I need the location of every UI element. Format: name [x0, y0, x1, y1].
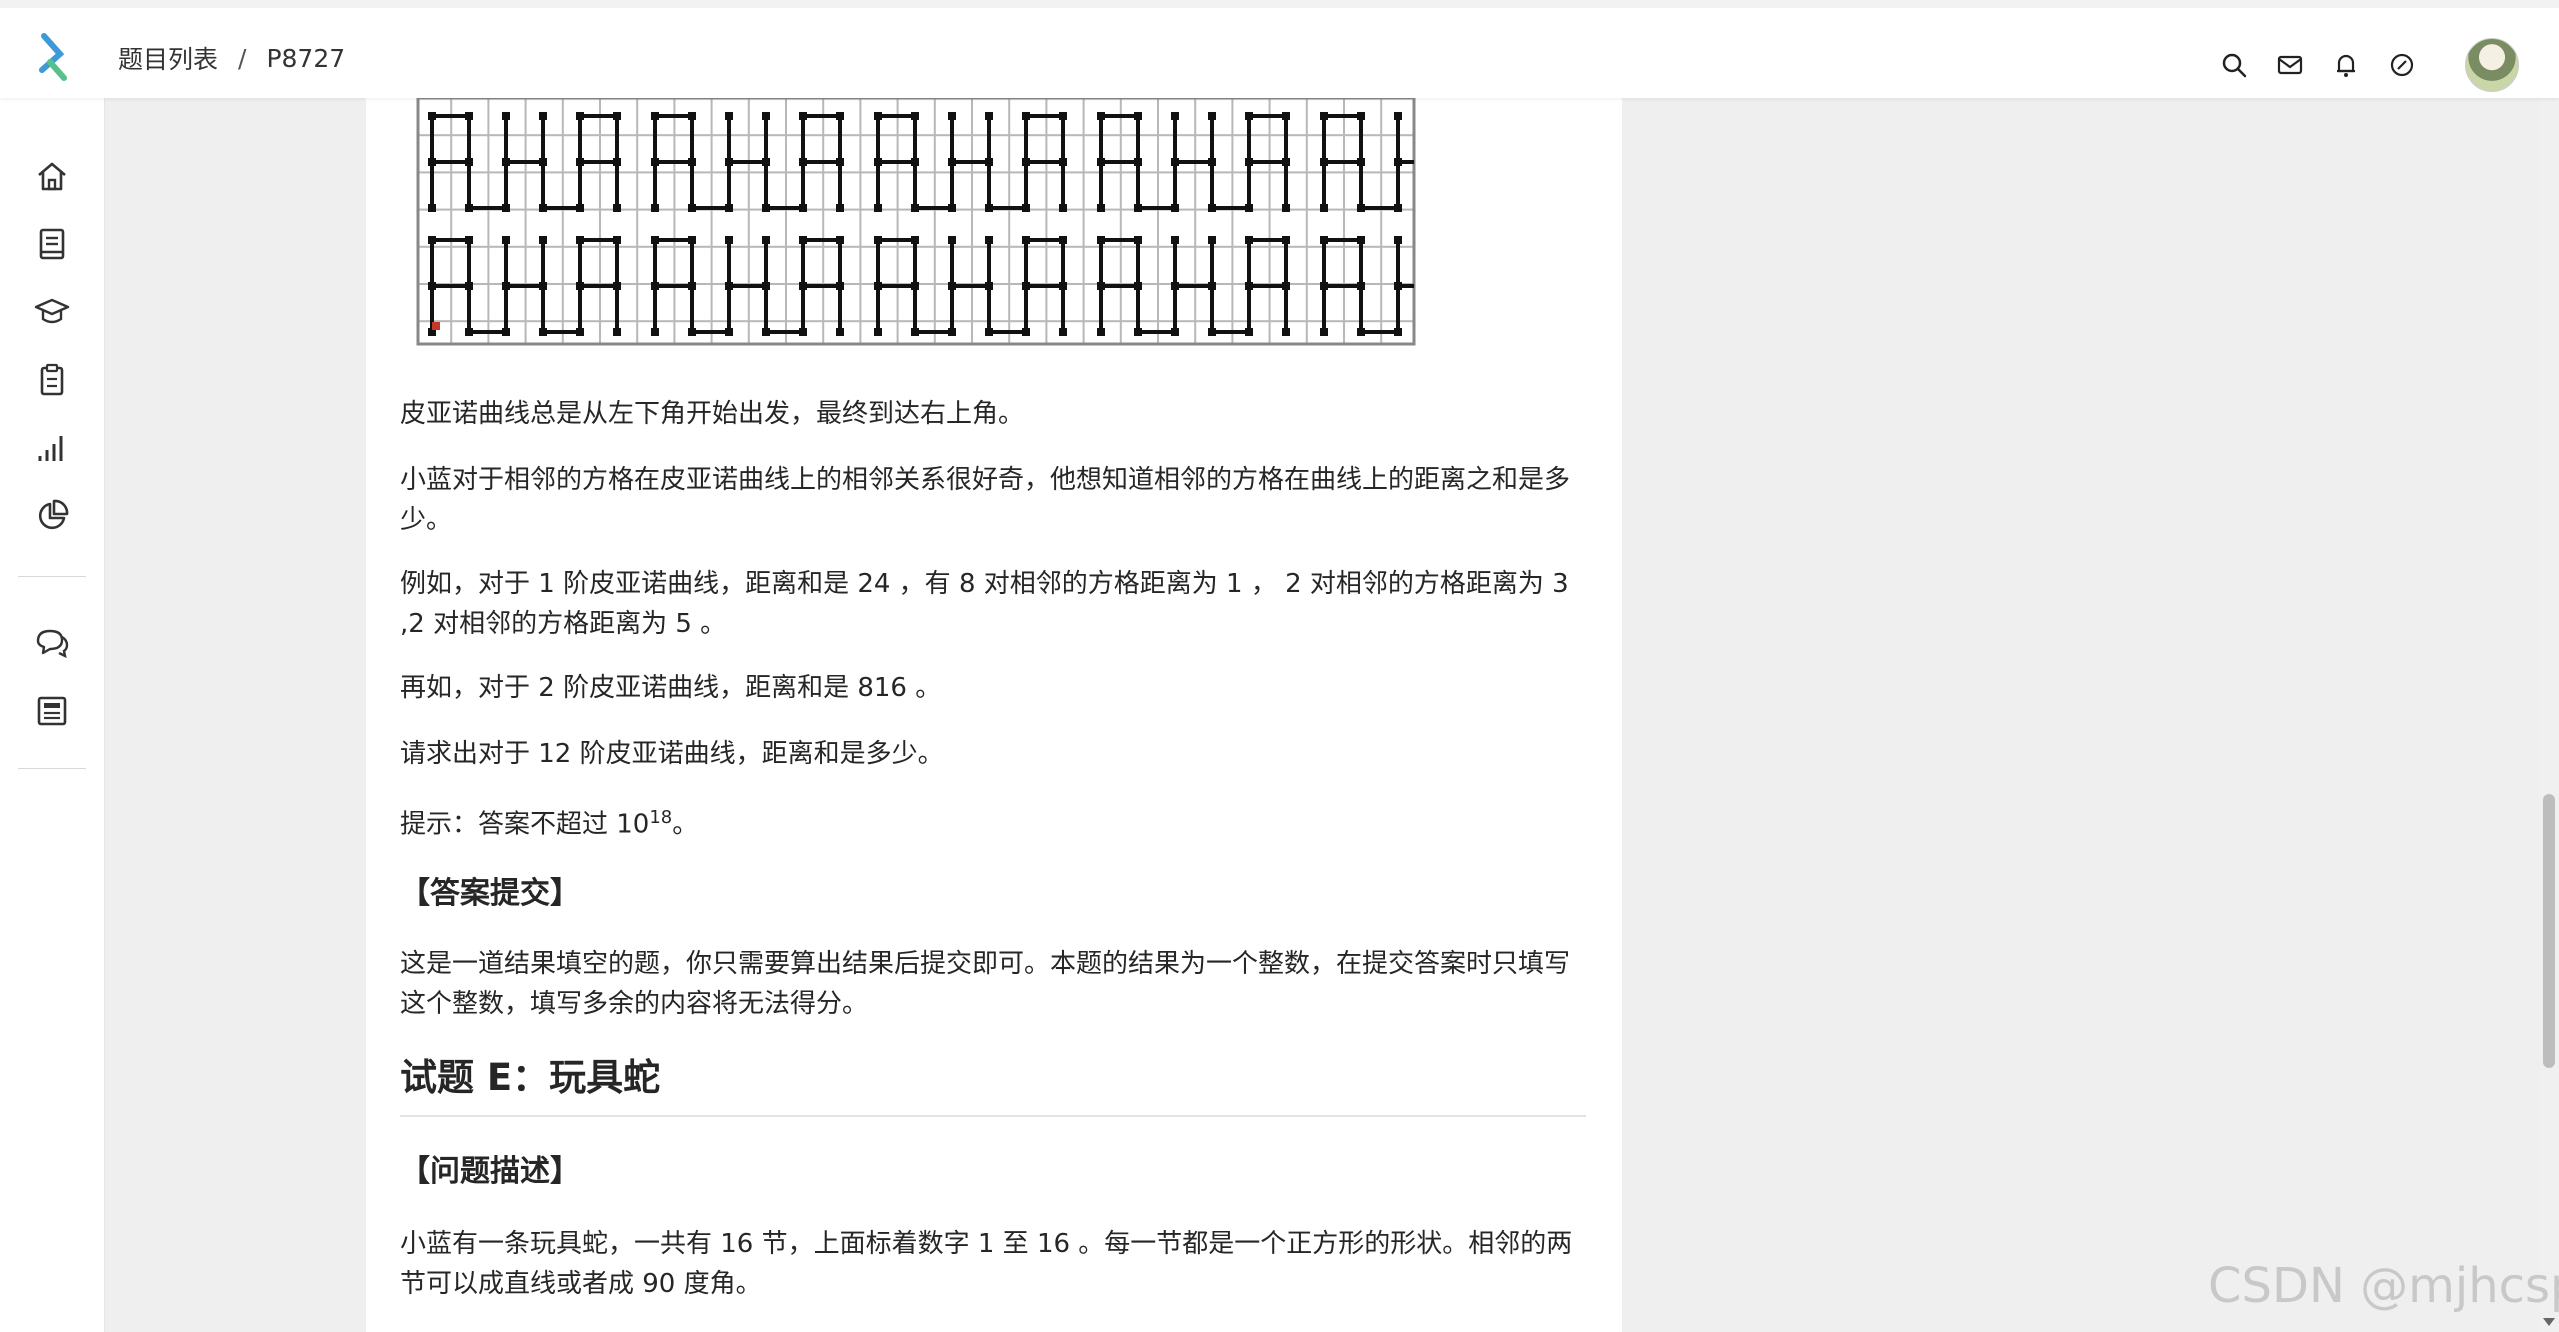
sidebar-divider: [18, 576, 86, 577]
graduation-cap-icon[interactable]: [34, 294, 70, 330]
breadcrumb-current: P8727: [266, 43, 346, 73]
problem-e-heading: 试题 E：玩具蛇: [400, 1056, 661, 1099]
problem-description-heading: 【问题描述】: [400, 1154, 580, 1189]
heading-divider: [400, 1115, 1586, 1117]
home-icon[interactable]: [34, 158, 70, 194]
sidebar-divider: [18, 768, 86, 769]
page-scrollbar[interactable]: [2539, 98, 2559, 1332]
news-icon[interactable]: [34, 693, 70, 729]
search-icon[interactable]: [2219, 50, 2249, 80]
logo-icon[interactable]: [30, 32, 76, 84]
breadcrumb: 题目列表 / P8727: [118, 40, 345, 76]
hint-suffix: 。: [672, 809, 699, 840]
peano-curve-image: [414, 98, 1418, 346]
scroll-down-arrow-icon[interactable]: [2543, 1318, 2555, 1326]
chat-icon[interactable]: [34, 625, 70, 661]
watermark: CSDN @mjhcsp: [2208, 1258, 2559, 1314]
answer-submit-heading: 【答案提交】: [400, 876, 580, 911]
mail-icon[interactable]: [2275, 50, 2305, 80]
top-bar: 题目列表 / P8727: [0, 0, 2559, 98]
scrollbar-thumb[interactable]: [2543, 794, 2555, 1068]
paragraph-toy-snake: 小蓝有一条玩具蛇，一共有 16 节，上面标着数字 1 至 16 。每一节都是一个…: [400, 1229, 1573, 1299]
paragraph-request: 请求出对于 12 阶皮亚诺曲线，距离和是多少。: [400, 739, 944, 769]
sidebar: [0, 98, 105, 1332]
avatar[interactable]: [2465, 38, 2519, 92]
edit-icon[interactable]: [2387, 50, 2417, 80]
bell-icon[interactable]: [2331, 50, 2361, 80]
paragraph-hint: 提示：答案不超过 1018。: [400, 798, 1584, 845]
breadcrumb-problem-list[interactable]: 题目列表: [118, 40, 218, 76]
hint-exponent: 18: [649, 807, 673, 828]
paragraph-question: 小蓝对于相邻的方格在皮亚诺曲线上的相邻关系很好奇，他想知道相邻的方格在曲线上的距…: [400, 465, 1571, 535]
hint-text: 提示：答案不超过 10: [400, 809, 650, 840]
pie-chart-icon[interactable]: [34, 498, 70, 534]
book-icon[interactable]: [34, 226, 70, 262]
paragraph-example-2: 再如，对于 2 阶皮亚诺曲线，距离和是 816 。: [400, 673, 942, 703]
paragraph-example-1: 例如，对于 1 阶皮亚诺曲线，距离和是 24 ，有 8 对相邻的方格距离为 1 …: [400, 569, 1569, 639]
paragraph-start-end: 皮亚诺曲线总是从左下角开始出发，最终到达右上角。: [400, 399, 1025, 429]
clipboard-icon[interactable]: [34, 362, 70, 398]
bar-chart-icon[interactable]: [34, 430, 70, 466]
breadcrumb-separator: /: [238, 43, 247, 73]
paragraph-submit-instructions: 这是一道结果填空的题，你只需要算出结果后提交即可。本题的结果为一个整数，在提交答…: [400, 949, 1571, 1019]
